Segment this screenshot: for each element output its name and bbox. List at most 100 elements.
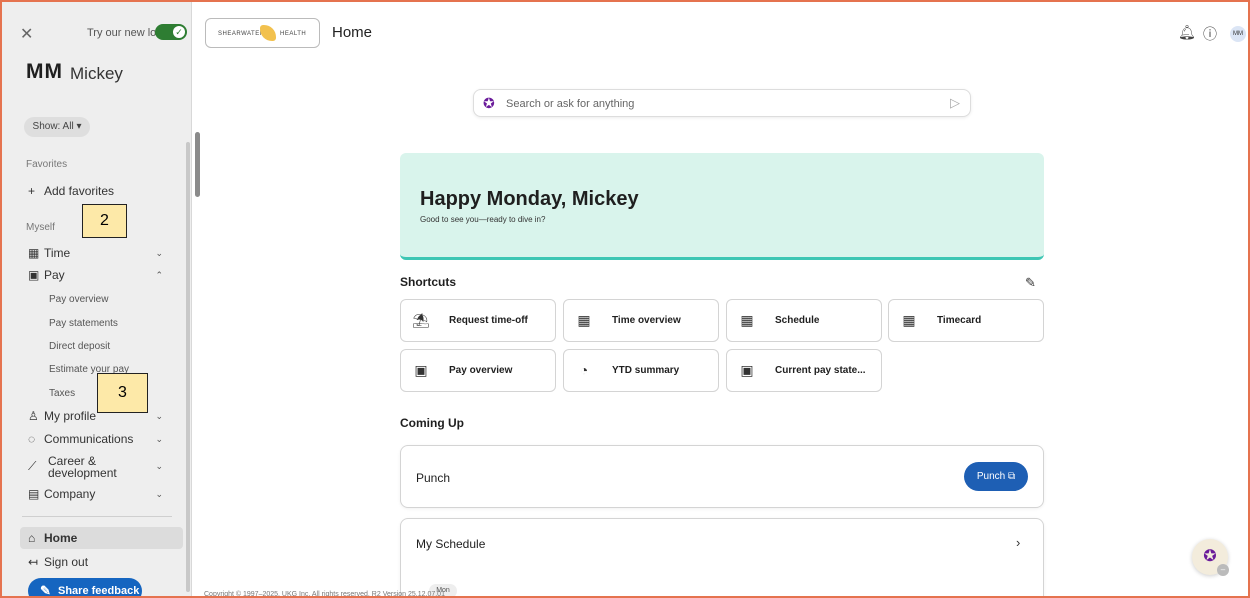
shortcut-time-overview[interactable]: ▦ Time overview xyxy=(563,299,719,342)
help-icon[interactable]: ⓘ xyxy=(1203,24,1217,44)
sidebar-subitem-taxes[interactable]: Taxes xyxy=(49,388,75,399)
feedback-icon: ✎ xyxy=(40,583,51,598)
add-favorites-label: Add favorites xyxy=(44,184,115,198)
sidebar-scrollbar-track[interactable] xyxy=(186,142,190,592)
sidebar-item-home[interactable]: ⌂ Home xyxy=(28,531,77,545)
home-icon: ⌂ xyxy=(28,531,36,545)
shortcuts-heading: Shortcuts xyxy=(400,275,457,289)
send-icon[interactable]: ▷ xyxy=(950,95,960,111)
sidebar: ✕ Try our new look ✓ MM Mickey Show: All… xyxy=(2,2,192,598)
minimize-icon[interactable]: – xyxy=(1217,564,1229,576)
ai-assistant-icon: ✪ xyxy=(483,95,495,111)
shortcut-timecard[interactable]: ▦ Timecard xyxy=(888,299,1044,342)
annotation-tag-3: 3 xyxy=(97,373,148,413)
sidebar-item-my-profile[interactable]: ♙ My profile xyxy=(28,409,96,423)
share-feedback-label: Share feedback xyxy=(58,585,140,597)
punch-title: Punch xyxy=(416,471,451,485)
bell-icon[interactable]: 🔔︎ xyxy=(1178,24,1196,41)
my-schedule-title: My Schedule xyxy=(416,537,486,551)
money-icon: ▣ xyxy=(28,268,40,282)
sign-out-icon: ↤ xyxy=(28,555,39,569)
shortcut-label: Time overview xyxy=(612,315,681,326)
greeting-banner: Happy Monday, Mickey Good to see you—rea… xyxy=(400,153,1044,260)
sidebar-subitem-pay-overview[interactable]: Pay overview xyxy=(49,294,108,305)
shortcut-label: YTD summary xyxy=(612,365,680,376)
chevron-right-icon[interactable]: › xyxy=(1016,535,1020,550)
sidebar-item-communications[interactable]: ◌ Communications xyxy=(28,432,133,446)
money-icon: ▣ xyxy=(740,362,754,378)
shortcut-current-pay-statement[interactable]: ▣ Current pay state... xyxy=(726,349,882,392)
search-bar[interactable]: ✪ Search or ask for anything ▷ xyxy=(473,89,971,117)
sidebar-item-time[interactable]: ▦ Time xyxy=(28,246,70,260)
sidebar-scrollbar[interactable] xyxy=(195,132,200,197)
sidebar-item-label: Pay xyxy=(44,268,65,282)
leaf-logo-icon xyxy=(260,25,276,41)
plus-icon: + xyxy=(28,184,36,198)
sidebar-item-label: Time xyxy=(44,246,71,260)
sidebar-item-company[interactable]: ▤ Company xyxy=(28,487,95,501)
punch-card: Punch xyxy=(400,445,1044,508)
new-look-toggle[interactable]: ✓ xyxy=(155,24,187,40)
check-icon: ✓ xyxy=(173,26,185,38)
sidebar-item-sign-out[interactable]: ↤ Sign out xyxy=(28,555,88,569)
add-favorites-link[interactable]: + Add favorites xyxy=(28,184,114,198)
calendar-clock-icon: ▦ xyxy=(28,246,40,260)
shortcut-label: Timecard xyxy=(937,315,982,326)
shortcut-request-time-off[interactable]: ⛱ Request time-off xyxy=(400,299,556,342)
my-schedule-card[interactable]: My Schedule xyxy=(400,518,1044,596)
user-initials: MM xyxy=(26,60,63,83)
person-icon: ♙ xyxy=(28,409,39,423)
chevron-down-icon[interactable]: ⌄ xyxy=(155,461,163,472)
shortcut-ytd-summary[interactable]: ◔ YTD summary xyxy=(563,349,719,392)
sidebar-subitem-direct-deposit[interactable]: Direct deposit xyxy=(49,341,110,352)
annotation-tag-2: 2 xyxy=(82,204,127,238)
shortcut-label: Current pay state... xyxy=(775,365,866,376)
sidebar-subitem-pay-statements[interactable]: Pay statements xyxy=(49,318,118,329)
share-feedback-button[interactable]: ✎ Share feedback xyxy=(28,578,142,598)
close-icon[interactable]: ✕ xyxy=(20,24,33,44)
user-name: Mickey xyxy=(70,64,123,83)
calendar-clock-icon: ▦ xyxy=(902,312,916,328)
sidebar-item-label: Communications xyxy=(44,432,134,446)
money-icon: ▣ xyxy=(414,362,428,378)
shortcut-label: Schedule xyxy=(775,315,820,326)
avatar[interactable]: MM xyxy=(1230,26,1246,42)
sidebar-item-label: Company xyxy=(44,487,96,501)
greeting-title: Happy Monday, Mickey xyxy=(420,188,639,210)
chevron-down-icon[interactable]: ⌄ xyxy=(155,489,163,500)
sidebar-item-label: Home xyxy=(44,531,78,545)
coming-up-heading: Coming Up xyxy=(400,416,464,430)
greeting-subtitle: Good to see you—ready to dive in? xyxy=(420,215,546,224)
chevron-up-icon[interactable]: ⌃ xyxy=(155,270,163,281)
sidebar-item-label: Sign out xyxy=(44,555,89,569)
sidebar-item-pay[interactable]: ▣ Pay xyxy=(28,268,65,282)
shortcut-pay-overview[interactable]: ▣ Pay overview xyxy=(400,349,556,392)
calendar-clock-icon: ▦ xyxy=(740,312,754,328)
favorites-heading: Favorites xyxy=(26,159,68,170)
shortcut-label: Request time-off xyxy=(449,315,528,326)
edit-pencil-icon[interactable]: ✎ xyxy=(1025,275,1036,291)
show-filter-button[interactable]: Show: All ▾ xyxy=(24,117,90,137)
shortcut-schedule[interactable]: ▦ Schedule xyxy=(726,299,882,342)
sidebar-item-label: My profile xyxy=(44,409,97,423)
myself-heading: Myself xyxy=(26,222,55,233)
sidebar-item-career[interactable]: ⟋ Career & development xyxy=(28,455,128,479)
beach-icon: ⛱ xyxy=(412,312,430,328)
search-input[interactable]: Search or ask for anything xyxy=(506,98,634,110)
shortcut-label: Pay overview xyxy=(449,365,513,376)
company-logo[interactable]: SHEARWATER HEALTH xyxy=(205,18,320,48)
chat-bubble-icon: ◌ xyxy=(28,432,36,446)
logo-text-right: HEALTH xyxy=(280,31,307,37)
punch-button[interactable]: Punch ⧉ xyxy=(964,462,1028,491)
sidebar-divider xyxy=(22,516,172,517)
calendar-clock-icon: ▦ xyxy=(577,312,591,328)
app-frame: ✕ Try our new look ✓ MM Mickey Show: All… xyxy=(0,0,1250,598)
chevron-down-icon[interactable]: ⌄ xyxy=(155,434,163,445)
chevron-down-icon[interactable]: ⌄ xyxy=(155,248,163,259)
logo-text-left: SHEARWATER xyxy=(218,31,265,37)
copyright-footer: Copyright © 1997–2025, UKG Inc. All righ… xyxy=(204,591,445,598)
pie-chart-icon: ◔ xyxy=(579,362,589,378)
chevron-down-icon[interactable]: ⌄ xyxy=(155,411,163,422)
growth-icon: ⟋ xyxy=(28,459,37,473)
page-title: Home xyxy=(332,24,373,41)
